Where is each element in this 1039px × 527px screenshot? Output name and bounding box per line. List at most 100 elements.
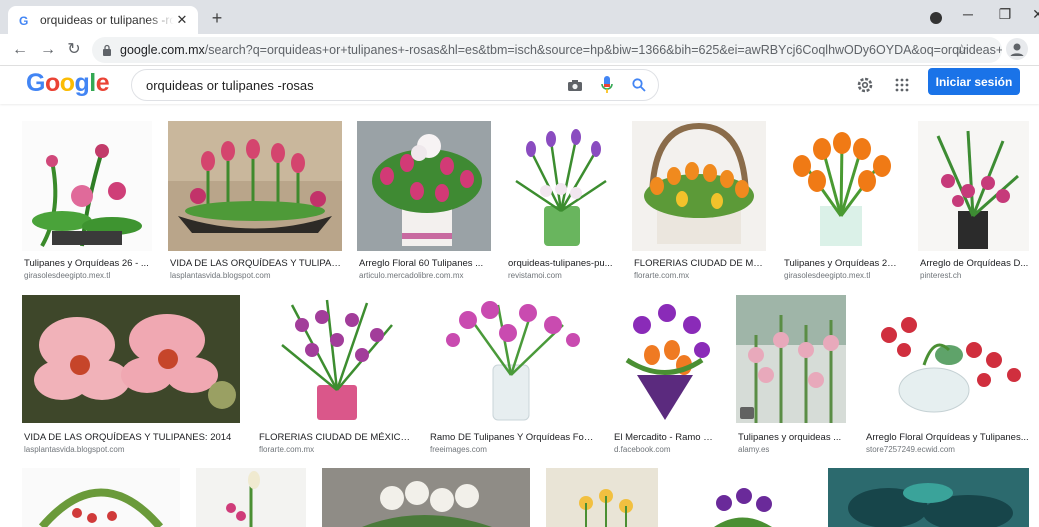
restore-icon[interactable]: ❐ bbox=[995, 6, 1015, 23]
tab-title: orquideas or tulipanes -rosas - B bbox=[40, 13, 174, 27]
image-result[interactable]: Tulipanes y Orquídeas 20... girasolesdee… bbox=[782, 121, 900, 291]
image-result[interactable]: FLORERIAS CIUDAD DE MÉXICO ... florarte.… bbox=[257, 295, 412, 455]
result-title[interactable]: Tulipanes y orquideas ... bbox=[738, 432, 846, 443]
result-thumbnail[interactable] bbox=[782, 121, 900, 251]
result-thumbnail[interactable] bbox=[612, 295, 718, 423]
image-result[interactable]: orquideas-tulipanes-pu... revistamoi.com bbox=[506, 121, 616, 291]
result-thumbnail[interactable] bbox=[828, 468, 1029, 527]
result-source[interactable]: girasolesdeegipto.mex.tl bbox=[24, 271, 152, 280]
lock-icon bbox=[103, 44, 111, 56]
image-result[interactable]: Tulipanes y orquideas ... alamy.es bbox=[736, 295, 846, 455]
result-source[interactable]: alamy.es bbox=[738, 445, 846, 454]
camera-icon[interactable] bbox=[562, 75, 588, 95]
result-source[interactable]: revistamoi.com bbox=[508, 271, 616, 280]
result-title[interactable]: VIDA DE LAS ORQUÍDEAS Y TULIPANES: 2014 bbox=[24, 432, 240, 443]
result-thumbnail[interactable] bbox=[22, 121, 152, 251]
image-result[interactable] bbox=[546, 468, 658, 527]
image-result[interactable] bbox=[828, 468, 1029, 527]
image-result[interactable]: Arreglo Floral 60 Tulipanes ... articulo… bbox=[357, 121, 491, 291]
logo-letter: G bbox=[26, 69, 45, 97]
image-result[interactable]: Tulipanes y Orquídeas 26 - ... girasoles… bbox=[22, 121, 152, 291]
person-icon bbox=[1010, 43, 1024, 56]
apps-grid-icon[interactable] bbox=[892, 75, 912, 95]
result-thumbnail[interactable] bbox=[506, 121, 616, 251]
result-source[interactable]: florarte.com.mx bbox=[634, 271, 766, 280]
result-source[interactable]: pinterest.ch bbox=[920, 271, 1029, 280]
minimize-icon[interactable]: ─ bbox=[958, 6, 978, 22]
image-result[interactable]: Arreglo de Orquídeas D... pinterest.ch bbox=[918, 121, 1029, 291]
result-title[interactable]: Arreglo Floral Orquídeas y Tulipanes... bbox=[866, 432, 1029, 443]
bookmark-star-icon[interactable]: ☆ bbox=[955, 41, 968, 58]
reload-icon[interactable]: ↻ bbox=[64, 40, 84, 60]
image-result[interactable]: Ramo DE Tulipanes Y Orquídeas Fot... fre… bbox=[428, 295, 594, 455]
image-result[interactable] bbox=[674, 468, 810, 527]
forward-icon[interactable]: → bbox=[38, 40, 58, 60]
result-thumbnail[interactable] bbox=[736, 295, 846, 423]
result-thumbnail[interactable] bbox=[632, 121, 766, 251]
back-icon[interactable]: ← bbox=[10, 40, 30, 60]
browser-tabstrip: G orquideas or tulipanes -rosas - B ✕ + … bbox=[0, 0, 1039, 34]
profile-icon[interactable] bbox=[930, 12, 942, 24]
sign-in-button[interactable]: Iniciar sesión bbox=[928, 68, 1020, 95]
result-source[interactable]: lasplantasvida.blogspot.com bbox=[24, 445, 240, 454]
google-header: Google Iniciar sesión bbox=[0, 66, 1039, 104]
result-source[interactable]: freeimages.com bbox=[430, 445, 594, 454]
result-source[interactable]: florarte.com.mx bbox=[259, 445, 412, 454]
result-source[interactable]: d.facebook.com bbox=[614, 445, 718, 454]
result-source[interactable]: store7257249.ecwid.com bbox=[866, 445, 1029, 454]
result-source[interactable]: girasolesdeegipto.mex.tl bbox=[784, 271, 900, 280]
account-avatar[interactable] bbox=[1006, 38, 1028, 60]
logo-letter: o bbox=[44, 69, 60, 97]
result-thumbnail[interactable] bbox=[168, 121, 342, 251]
google-favicon-icon: G bbox=[17, 13, 31, 28]
result-title[interactable]: Arreglo Floral 60 Tulipanes ... bbox=[359, 258, 491, 269]
result-thumbnail[interactable] bbox=[674, 468, 810, 527]
result-thumbnail[interactable] bbox=[918, 121, 1029, 251]
image-result[interactable] bbox=[196, 468, 306, 527]
microphone-icon[interactable] bbox=[594, 75, 620, 95]
result-title[interactable]: VIDA DE LAS ORQUÍDEAS Y TULIPAN... bbox=[170, 258, 342, 269]
result-thumbnail[interactable] bbox=[22, 295, 240, 423]
new-tab-button[interactable]: + bbox=[206, 8, 228, 29]
browser-tab[interactable]: G orquideas or tulipanes -rosas - B ✕ bbox=[8, 6, 198, 34]
url-text: google.com.mx/search?q=orquideas+or+tuli… bbox=[120, 43, 1002, 57]
result-title[interactable]: El Mercadito - Ramo de... bbox=[614, 432, 718, 443]
result-thumbnail[interactable] bbox=[22, 468, 180, 527]
svg-text:G: G bbox=[19, 14, 28, 28]
search-input[interactable] bbox=[146, 77, 562, 93]
image-result[interactable]: VIDA DE LAS ORQUÍDEAS Y TULIPANES: 2014 … bbox=[22, 295, 240, 455]
result-source[interactable]: lasplantasvida.blogspot.com bbox=[170, 271, 342, 280]
result-thumbnail[interactable] bbox=[428, 295, 594, 423]
google-logo[interactable]: Google bbox=[26, 69, 110, 98]
result-title[interactable]: Tulipanes y Orquídeas 20... bbox=[784, 258, 900, 269]
address-bar[interactable]: google.com.mx/search?q=orquideas+or+tuli… bbox=[92, 37, 1002, 63]
result-title[interactable]: Ramo DE Tulipanes Y Orquídeas Fot... bbox=[430, 432, 594, 443]
result-thumbnail[interactable] bbox=[196, 468, 306, 527]
result-title[interactable]: orquideas-tulipanes-pu... bbox=[508, 258, 616, 269]
result-thumbnail[interactable] bbox=[257, 295, 412, 423]
logo-letter: o bbox=[59, 69, 75, 97]
result-source[interactable]: articulo.mercadolibre.com.mx bbox=[359, 271, 491, 280]
result-title[interactable]: Tulipanes y Orquídeas 26 - ... bbox=[24, 258, 152, 269]
result-thumbnail[interactable] bbox=[357, 121, 491, 251]
image-result[interactable]: Arreglo Floral Orquídeas y Tulipanes... … bbox=[864, 295, 1029, 455]
tab-close-icon[interactable]: ✕ bbox=[174, 12, 190, 28]
settings-gear-icon[interactable] bbox=[855, 75, 875, 95]
image-result[interactable]: El Mercadito - Ramo de... d.facebook.com bbox=[612, 295, 718, 455]
result-thumbnail[interactable] bbox=[322, 468, 530, 527]
result-title[interactable]: FLORERIAS CIUDAD DE MÉXICO ... bbox=[259, 432, 412, 443]
image-result[interactable] bbox=[322, 468, 530, 527]
browser-toolbar: ← → ↻ google.com.mx/search?q=orquideas+o… bbox=[0, 34, 1039, 66]
logo-letter: g bbox=[74, 69, 90, 97]
result-thumbnail[interactable] bbox=[864, 295, 1029, 423]
image-result[interactable]: FLORERIAS CIUDAD DE MÉX... florarte.com.… bbox=[632, 121, 766, 291]
image-result[interactable] bbox=[22, 468, 180, 527]
image-results-grid: Tulipanes y Orquídeas 26 - ... girasoles… bbox=[0, 104, 1039, 527]
close-window-icon[interactable]: ✕ bbox=[1028, 6, 1039, 23]
result-thumbnail[interactable] bbox=[546, 468, 658, 527]
image-result[interactable]: VIDA DE LAS ORQUÍDEAS Y TULIPAN... laspl… bbox=[168, 121, 342, 291]
result-title[interactable]: FLORERIAS CIUDAD DE MÉX... bbox=[634, 258, 766, 269]
url-host: google.com.mx bbox=[120, 43, 205, 57]
result-title[interactable]: Arreglo de Orquídeas D... bbox=[920, 258, 1029, 269]
search-icon[interactable] bbox=[626, 75, 652, 95]
